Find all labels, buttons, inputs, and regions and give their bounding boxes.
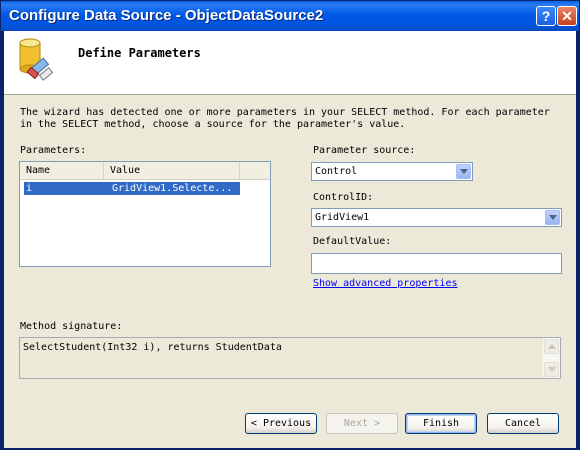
help-button[interactable]: ? [536,6,556,26]
database-wizard-icon [19,38,54,81]
window-title: Configure Data Source - ObjectDataSource… [9,7,324,24]
close-button[interactable]: ✕ [557,6,577,26]
chevron-down-icon[interactable] [456,164,471,179]
show-advanced-properties-link[interactable]: Show advanced properties [313,278,458,289]
default-value-label: DefaultValue: [313,236,392,247]
parameters-list[interactable]: Name Value i GridView1.Selecte... [19,161,271,267]
default-value-input[interactable] [311,253,562,274]
chevron-right-icon: > [368,418,381,429]
method-signature-label: Method signature: [20,321,123,332]
parameters-label: Parameters: [20,145,87,156]
wizard-header: Define Parameters [4,31,576,95]
finish-button[interactable]: Finish [405,413,477,434]
dialog-window: Configure Data Source - ObjectDataSource… [0,0,580,450]
previous-label: Previous [262,418,312,429]
method-signature-text: SelectStudent(Int32 i), returns StudentD… [23,342,282,353]
param-value-cell: GridView1.Selecte... [112,183,233,194]
page-title: Define Parameters [78,46,201,60]
parameter-source-select[interactable]: Control [311,162,473,181]
table-row[interactable]: i GridView1.Selecte... [24,182,240,195]
previous-button[interactable]: < Previous [245,413,317,434]
parameter-source-label: Parameter source: [313,145,416,156]
wizard-description: The wizard has detected one or more para… [20,107,550,130]
next-label: Next [343,418,369,429]
column-header-name[interactable]: Name [20,162,104,179]
scroll-down-icon[interactable] [544,362,559,377]
param-name-cell: i [26,183,33,194]
title-bar[interactable]: Configure Data Source - ObjectDataSource… [1,1,579,31]
chevron-down-icon[interactable] [545,210,560,225]
method-signature-box: SelectStudent(Int32 i), returns StudentD… [19,337,561,379]
control-id-value: GridView1 [315,212,370,223]
parameter-source-value: Control [315,166,358,177]
cancel-button[interactable]: Cancel [487,413,559,434]
scroll-up-icon[interactable] [544,339,559,354]
control-id-select[interactable]: GridView1 [311,208,562,227]
chevron-left-icon: < [250,418,263,429]
next-button[interactable]: Next > [326,413,398,434]
list-header: Name Value [20,162,270,180]
vertical-scrollbar[interactable] [543,338,560,378]
column-header-value[interactable]: Value [104,162,240,179]
dialog-client: Define Parameters The wizard has detecte… [4,31,576,448]
control-id-label: ControlID: [313,192,374,203]
